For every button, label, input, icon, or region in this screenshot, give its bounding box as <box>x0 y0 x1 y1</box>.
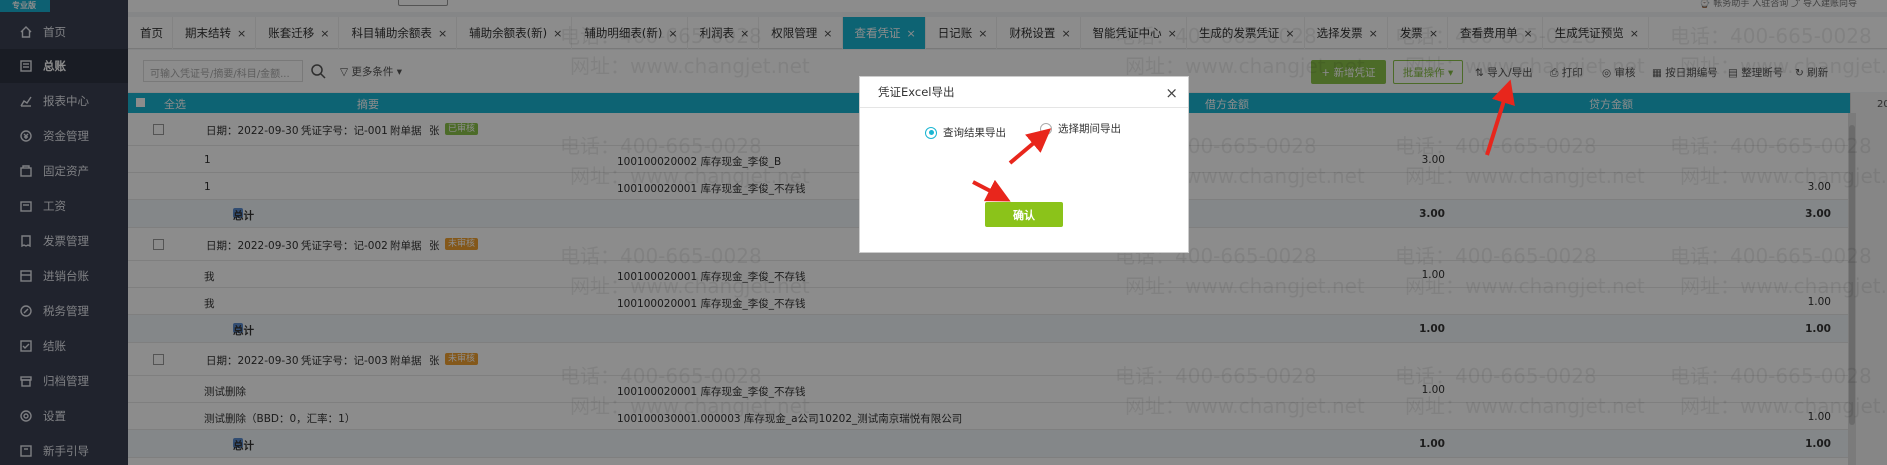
export-dialog: 凭证Excel导出 × 查询结果导出 选择期间导出 确认 <box>859 76 1189 253</box>
app-root: 专业版 首页 总账 报表中心 资金管理 固定资产 工资 发票管理 进销台账 税务管理 结账 归档管理… <box>0 0 1887 465</box>
confirm-button[interactable]: 确认 <box>985 202 1063 227</box>
dialog-title: 凭证Excel导出 <box>860 77 1188 108</box>
radio-label: 选择期间导出 <box>1058 123 1121 135</box>
radio-dot-selected[interactable] <box>925 126 937 139</box>
radio-query-result-export[interactable]: 查询结果导出 <box>925 125 1006 140</box>
radio-dot[interactable] <box>1040 122 1052 135</box>
radio-period-export[interactable]: 选择期间导出 <box>1040 121 1121 136</box>
close-icon[interactable]: × <box>1165 84 1178 102</box>
radio-label: 查询结果导出 <box>943 127 1006 139</box>
